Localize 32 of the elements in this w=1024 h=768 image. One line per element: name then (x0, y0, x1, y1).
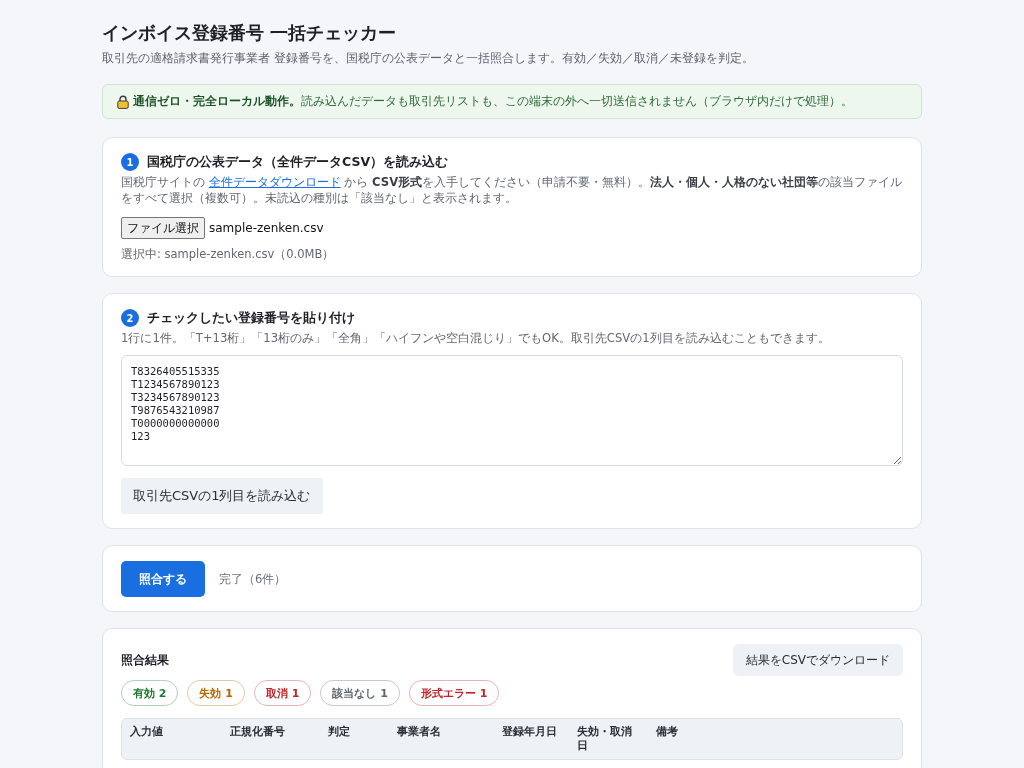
page-title: インボイス登録番号 一括チェッカー (102, 21, 398, 45)
column-header: 備考 (655, 724, 679, 740)
step-title: チェックしたい登録番号を貼り付け (147, 309, 355, 327)
results-title: 照合結果 (121, 652, 169, 668)
download-page-link[interactable]: 全件データダウンロード (208, 175, 341, 189)
step-description: 国税庁サイトの 全件データダウンロード から CSV形式を入手してください（申請不要・無料）。法人・個人・人格のない社団等の該当ファイルをすべて選択（複数可）。未読込の種別は「該当なし」と表示されます。 (121, 174, 903, 206)
step-number-badge: 2 (121, 309, 139, 327)
selected-file-name: sample-zenken.csv (209, 221, 324, 235)
step-description: 1行に1件。「T+13桁」「13桁のみ」「全角」「ハイフンや空白混じり」でもOK。取引先CSVの1列目を読み込むこともできます。 (121, 330, 831, 346)
column-header: 入力値 (129, 724, 164, 740)
step-number-badge: 1 (121, 153, 139, 171)
step-title: 国税庁の公表データ（全件データCSV）を読み込む (147, 153, 449, 171)
download-csv-button[interactable]: 結果をCSVでダウンロード (732, 644, 903, 676)
notice-text: 通信ゼロ・完全ローカル動作。読み込んだデータも取引先リストも、この端末の外へ一切送信されません（ブラウザ内だけで処理）。 (133, 93, 853, 110)
status-count-badge: 失効 1 (187, 680, 245, 706)
status-text: 完了（6件） (219, 571, 287, 587)
column-header: 事業者名 (396, 724, 442, 740)
column-header: 失効・取消日 (576, 724, 633, 754)
column-header: 登録年月日 (501, 724, 558, 740)
numbers-input[interactable]: T8326405515335 T1234567890123 T3234567890123 T9876543210987 T0000000000000 123 (121, 355, 903, 466)
status-count-badge: 該当なし 1 (320, 680, 400, 706)
status-count-badge: 取消 1 (253, 680, 312, 706)
column-header: 正規化番号 (229, 724, 286, 740)
file-select-button[interactable]: ファイル選択 (121, 217, 205, 239)
page-subtitle: 取引先の適格請求書発行事業者 登録番号を、国税庁の公表データと一括照合します。有効／失効／取消／未登録を判定。 (102, 50, 755, 66)
status-count-badge: 形式エラー 1 (408, 680, 500, 706)
check-button[interactable]: 照合する (121, 561, 205, 597)
selection-info: 選択中: sample-zenken.csv（0.0MB） (121, 246, 336, 262)
padlock-icon (117, 94, 129, 109)
import-csv-button[interactable]: 取引先CSVの1列目を読み込む (121, 478, 323, 514)
status-count-badge: 有効 2 (121, 680, 179, 706)
column-header: 判定 (327, 724, 351, 740)
